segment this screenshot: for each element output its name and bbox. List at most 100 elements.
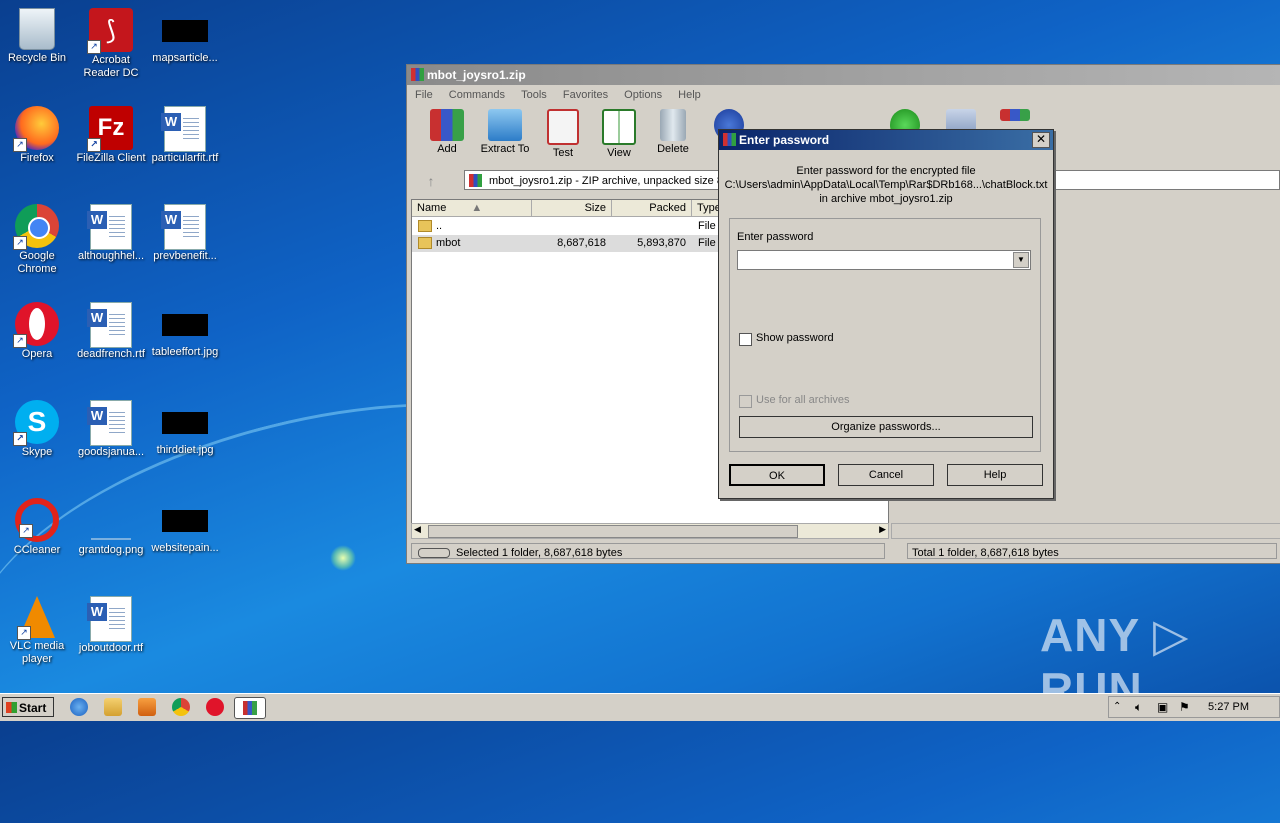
- dialog-titlebar[interactable]: Enter password ✕: [719, 130, 1053, 150]
- window-titlebar[interactable]: mbot_joysro1.zip: [407, 65, 1280, 85]
- desktop-icon-goodsjanua[interactable]: W goodsjanua...: [74, 400, 148, 459]
- shortcut-arrow-icon: ↗: [13, 236, 27, 250]
- password-label: Enter password: [737, 231, 814, 243]
- desktop-icon-firefox[interactable]: ↗ Firefox: [0, 106, 74, 165]
- desktop-icon-tableeffort[interactable]: tableeffort.jpg: [148, 302, 222, 359]
- file-thumbnail-icon: [162, 314, 208, 336]
- scroll-thumb[interactable]: [428, 525, 798, 538]
- dialog-title: Enter password: [739, 133, 830, 147]
- menu-options[interactable]: Options: [624, 89, 662, 101]
- folder-up-icon: [418, 220, 432, 233]
- add-button[interactable]: Add: [417, 109, 477, 155]
- network-icon[interactable]: ▣: [1157, 700, 1168, 714]
- acrobat-icon: ⟆ ↗: [87, 8, 133, 54]
- status-total: Total 1 folder, 8,687,618 bytes: [907, 543, 1277, 559]
- chrome-icon[interactable]: [172, 698, 190, 716]
- ccleaner-icon: ↗: [15, 498, 59, 542]
- clock[interactable]: 5:27 PM: [1208, 701, 1249, 713]
- show-hidden-icons-icon[interactable]: ⌃: [1113, 701, 1121, 712]
- delete-trash-icon: [660, 109, 686, 141]
- opera-icon[interactable]: [206, 698, 224, 716]
- ok-button[interactable]: OK: [729, 464, 825, 486]
- desktop-icon-opera[interactable]: ↗ Opera: [0, 302, 74, 361]
- volume-icon[interactable]: 🔈︎: [1135, 700, 1142, 715]
- shortcut-arrow-icon: ↗: [19, 524, 33, 538]
- chevron-down-icon[interactable]: ▼: [1013, 252, 1029, 268]
- file-thumbnail-icon: [162, 20, 208, 42]
- password-input[interactable]: ▼: [737, 250, 1031, 270]
- show-password-checkbox[interactable]: [739, 333, 752, 346]
- system-tray: ⌃ 🔈︎ ▣ ⚑ 5:27 PM: [1108, 696, 1280, 718]
- extract-to-button[interactable]: Extract To: [475, 109, 535, 155]
- scroll-left-icon[interactable]: ◀: [414, 524, 421, 535]
- desktop-icon-google-chrome[interactable]: ↗ Google Chrome: [0, 204, 74, 276]
- organize-passwords-button[interactable]: Organize passwords...: [739, 416, 1033, 438]
- menu-commands[interactable]: Commands: [449, 89, 505, 101]
- use-for-all-checkbox[interactable]: [739, 395, 752, 408]
- column-size[interactable]: Size: [532, 200, 612, 216]
- column-packed[interactable]: Packed: [612, 200, 692, 216]
- winrar-icon: [243, 701, 257, 715]
- desktop-icon-mapsarticle[interactable]: mapsarticle...: [148, 8, 222, 65]
- info-pane-scrollbar[interactable]: [891, 523, 1280, 539]
- test-button[interactable]: Test: [533, 109, 593, 159]
- file-thumbnail-icon: [162, 510, 208, 532]
- enter-password-dialog[interactable]: Enter password ✕ Enter password for the …: [718, 129, 1054, 499]
- help-button[interactable]: Help: [947, 464, 1043, 486]
- show-password-label: Show password: [756, 332, 834, 344]
- file-explorer-icon[interactable]: [104, 698, 122, 716]
- menu-bar: File Commands Tools Favorites Options He…: [407, 85, 1280, 105]
- column-name[interactable]: Name ▲: [412, 200, 532, 216]
- opera-icon: ↗: [13, 302, 59, 348]
- internet-explorer-icon[interactable]: [70, 698, 88, 716]
- desktop-icon-websitepain[interactable]: websitepain...: [148, 498, 222, 555]
- shortcut-arrow-icon: ↗: [17, 626, 31, 640]
- winrar-taskbar-button[interactable]: [234, 697, 266, 719]
- window-title: mbot_joysro1.zip: [427, 68, 526, 82]
- folder-icon: [418, 237, 432, 250]
- delete-button[interactable]: Delete: [643, 109, 703, 155]
- menu-help[interactable]: Help: [678, 89, 701, 101]
- desktop-icon-thirddiet[interactable]: thirddiet.jpg: [148, 400, 222, 457]
- scroll-right-icon[interactable]: ▶: [879, 524, 886, 535]
- zip-archive-icon: [469, 174, 482, 187]
- desktop-icon-prevbenefit[interactable]: W prevbenefit...: [148, 204, 222, 263]
- test-clipboard-icon: [547, 109, 579, 145]
- image-file-icon: [89, 498, 133, 542]
- desktop-icon-skype[interactable]: S ↗ Skype: [0, 400, 74, 459]
- horizontal-scrollbar[interactable]: ◀ ▶: [411, 523, 889, 539]
- desktop-sparkle: [330, 545, 356, 571]
- desktop-icon-joboutdoor[interactable]: W joboutdoor.rtf: [74, 596, 148, 655]
- word-document-icon: W: [87, 204, 132, 250]
- status-bar: Selected 1 folder, 8,687,618 bytes Total…: [411, 543, 1277, 561]
- desktop-icon-filezilla[interactable]: Fz ↗ FileZilla Client: [74, 106, 148, 165]
- key-lock-icon: [418, 548, 450, 558]
- media-player-icon[interactable]: [138, 698, 156, 716]
- desktop-icon-althoughhel[interactable]: W althoughhel...: [74, 204, 148, 263]
- action-center-flag-icon[interactable]: ⚑: [1179, 700, 1190, 714]
- desktop-icon-vlc[interactable]: ↗ VLC media player: [0, 596, 74, 666]
- desktop-icon-acrobat[interactable]: ⟆ ↗ Acrobat Reader DC: [74, 8, 148, 80]
- file-thumbnail-icon: [162, 412, 208, 434]
- view-button[interactable]: View: [589, 109, 649, 159]
- use-for-all-label: Use for all archives: [756, 394, 850, 406]
- word-document-icon: W: [87, 400, 132, 446]
- shortcut-arrow-icon: ↗: [13, 432, 27, 446]
- start-button[interactable]: Start: [2, 697, 54, 717]
- shortcut-arrow-icon: ↗: [13, 334, 27, 348]
- sfx-button[interactable]: [985, 109, 1045, 123]
- shortcut-arrow-icon: ↗: [13, 138, 27, 152]
- menu-tools[interactable]: Tools: [521, 89, 547, 101]
- desktop-icon-particularfit[interactable]: W particularfit.rtf: [148, 106, 222, 165]
- up-arrow-icon[interactable]: ↑: [414, 172, 448, 190]
- desktop-icon-ccleaner[interactable]: ↗ CCleaner: [0, 498, 74, 557]
- desktop-icon-grantdog[interactable]: grantdog.png: [74, 498, 148, 557]
- menu-favorites[interactable]: Favorites: [563, 89, 608, 101]
- firefox-icon: ↗: [13, 106, 59, 152]
- desktop-icon-recycle-bin[interactable]: Recycle Bin: [0, 8, 74, 65]
- desktop-icon-deadfrench[interactable]: W deadfrench.rtf: [74, 302, 148, 361]
- word-document-icon: W: [87, 302, 132, 348]
- close-icon[interactable]: ✕: [1032, 132, 1050, 148]
- menu-file[interactable]: File: [415, 89, 433, 101]
- cancel-button[interactable]: Cancel: [838, 464, 934, 486]
